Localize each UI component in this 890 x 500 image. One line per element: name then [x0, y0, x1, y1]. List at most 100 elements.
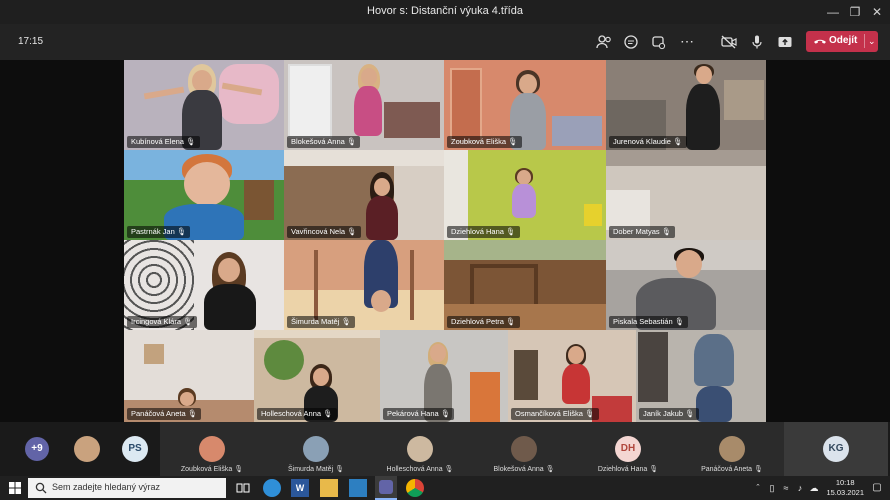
participant-head: [430, 344, 446, 362]
microphone-icon: 🎙: [444, 466, 454, 473]
microphone-icon: 🎙: [545, 466, 555, 473]
participant-head: [676, 250, 702, 278]
couch: [552, 116, 602, 146]
video-tile[interactable]: Panáčová Aneta 🎙: [124, 330, 254, 422]
video-tile[interactable]: Jurenová Klaudie 🎙: [606, 60, 766, 150]
more-participants-button[interactable]: +9: [25, 437, 49, 461]
leave-button[interactable]: Odejít ⌄: [806, 31, 878, 52]
participant-name-label: Dober Matyas 🎙: [609, 226, 676, 238]
participant-thumbnail[interactable]: Holleschová Anna 🎙: [368, 422, 472, 476]
video-tile[interactable]: Osmančíková Eliška 🎙: [508, 330, 636, 422]
notifications-icon[interactable]: ▢: [870, 479, 884, 497]
restore-icon[interactable]: ❐: [846, 3, 864, 21]
wall-decoration: [144, 344, 164, 364]
search-placeholder: Sem zadejte hledaný výraz: [52, 482, 161, 492]
participant-head: [696, 66, 712, 84]
avatar[interactable]: [74, 436, 100, 462]
wall: [394, 166, 444, 240]
participant-body: [694, 334, 734, 386]
avatar: DH: [615, 436, 641, 462]
microphone-icon: 🎙: [187, 409, 198, 418]
camera-off-icon[interactable]: [720, 33, 738, 51]
participant-thumbnail[interactable]: DH Dziehlová Hana 🎙: [576, 422, 680, 476]
microphone-icon: 🎙: [186, 137, 196, 146]
participant-name-label: Osmančíková Eliška 🎙: [511, 408, 599, 420]
share-screen-icon[interactable]: [776, 33, 794, 51]
ceiling: [606, 150, 766, 166]
microphone-icon: 🎙: [183, 317, 193, 326]
microphone-icon: 🎙: [508, 137, 518, 146]
chevron-up-icon[interactable]: ˆ: [752, 479, 764, 497]
wifi-icon[interactable]: ≈: [780, 479, 792, 497]
participant-head: [218, 258, 240, 282]
participant-head: [568, 346, 584, 364]
participants-icon[interactable]: [595, 33, 613, 51]
participant-head: [313, 368, 329, 386]
battery-icon[interactable]: ▯: [766, 479, 778, 497]
video-tile[interactable]: Kubínová Elena 🎙: [124, 60, 284, 150]
participant-name-label: Zoubková Eliška 🎙: [447, 136, 522, 148]
participant-thumbnail[interactable]: Šimurda Matěj 🎙: [264, 422, 368, 476]
microphone-icon: 🎙: [347, 227, 357, 236]
participant-head: [517, 170, 531, 185]
participant-name-label: Zoubková Eliška 🎙: [180, 466, 244, 473]
file-explorer-icon[interactable]: [320, 479, 338, 497]
participant-head: [361, 68, 377, 86]
participant-name-label: Janík Jakub 🎙: [639, 408, 699, 420]
participant-body: [686, 84, 720, 150]
more-actions-icon[interactable]: ⋯: [678, 33, 696, 51]
task-view-icon[interactable]: [234, 479, 252, 497]
teams-icon[interactable]: [375, 476, 397, 500]
participant-name-label: Pekárová Hana 🎙: [383, 408, 455, 420]
edge-browser-icon[interactable]: [263, 479, 281, 497]
taskbar-search-box[interactable]: Sem zadejte hledaný výraz: [28, 478, 226, 498]
video-tile[interactable]: Piskala Sebastián 🎙: [606, 240, 766, 330]
chat-icon[interactable]: [622, 33, 640, 51]
ceiling: [284, 150, 444, 166]
minecraft-block: [244, 180, 274, 220]
participant-thumbnail[interactable]: Blokešová Anna 🎙: [472, 422, 576, 476]
video-tile[interactable]: Pastrnák Jan 🎙: [124, 150, 284, 240]
photos-icon[interactable]: [349, 479, 367, 497]
word-icon[interactable]: W: [291, 479, 309, 497]
participant-thumbnail[interactable]: Zoubková Eliška 🎙: [160, 422, 264, 476]
microphone-icon: 🎙: [440, 409, 451, 418]
participant-thumbnail[interactable]: Panáčová Aneta 🎙: [680, 422, 784, 476]
video-tile[interactable]: Šimurda Matěj 🎙: [284, 240, 444, 330]
raise-hand-icon[interactable]: [649, 33, 667, 51]
microphone-icon[interactable]: [748, 33, 766, 51]
video-tile[interactable]: Dziehlová Petra 🎙: [444, 240, 606, 330]
video-tile[interactable]: Holleschová Anna 🎙: [254, 330, 380, 422]
chevron-down-icon[interactable]: ⌄: [864, 34, 876, 48]
windows-start-icon[interactable]: [6, 479, 24, 497]
video-tile[interactable]: Blokešová Anna 🎙: [284, 60, 444, 150]
taskbar-clock[interactable]: 10:18 15.03.2021: [826, 478, 864, 498]
bridge-tower: [314, 250, 318, 320]
participant-body: [366, 196, 398, 240]
participant-name-label: Blokešová Anna 🎙: [287, 136, 361, 148]
leave-button-label: Odejít: [829, 35, 858, 46]
cloud-icon[interactable]: ☁: [808, 479, 820, 497]
participant-shorts: [696, 386, 732, 422]
window-title: Hovor s: Distanční výuka 4.třída: [367, 5, 523, 17]
microphone-icon: 🎙: [585, 409, 595, 418]
avatar[interactable]: PS: [122, 436, 148, 462]
video-tile[interactable]: Dober Matyas 🎙: [606, 150, 766, 240]
participant-head: [519, 74, 537, 94]
participant-name-label: Šimurda Matěj 🎙: [287, 316, 355, 328]
wall: [444, 240, 606, 260]
chrome-icon[interactable]: [406, 479, 424, 497]
video-tile[interactable]: Ircingová Klára 🎙: [124, 240, 284, 330]
participant-name-label: Blokešová Anna 🎙: [493, 466, 555, 473]
minimize-icon[interactable]: —: [824, 3, 842, 21]
video-tile[interactable]: Janík Jakub 🎙: [636, 330, 766, 422]
video-tile[interactable]: Pekárová Hana 🎙: [380, 330, 508, 422]
video-tile[interactable]: Zoubková Eliška 🎙: [444, 60, 606, 150]
participant-name-label: Kubínová Elena 🎙: [127, 136, 200, 148]
participant-thumbnail[interactable]: KG: [784, 422, 888, 476]
video-tile[interactable]: Dziehlová Hana 🎙: [444, 150, 606, 240]
ceiling: [254, 330, 380, 338]
volume-icon[interactable]: ♪: [794, 479, 806, 497]
video-tile[interactable]: Vavřincová Nela 🎙: [284, 150, 444, 240]
close-icon[interactable]: ✕: [868, 3, 886, 21]
